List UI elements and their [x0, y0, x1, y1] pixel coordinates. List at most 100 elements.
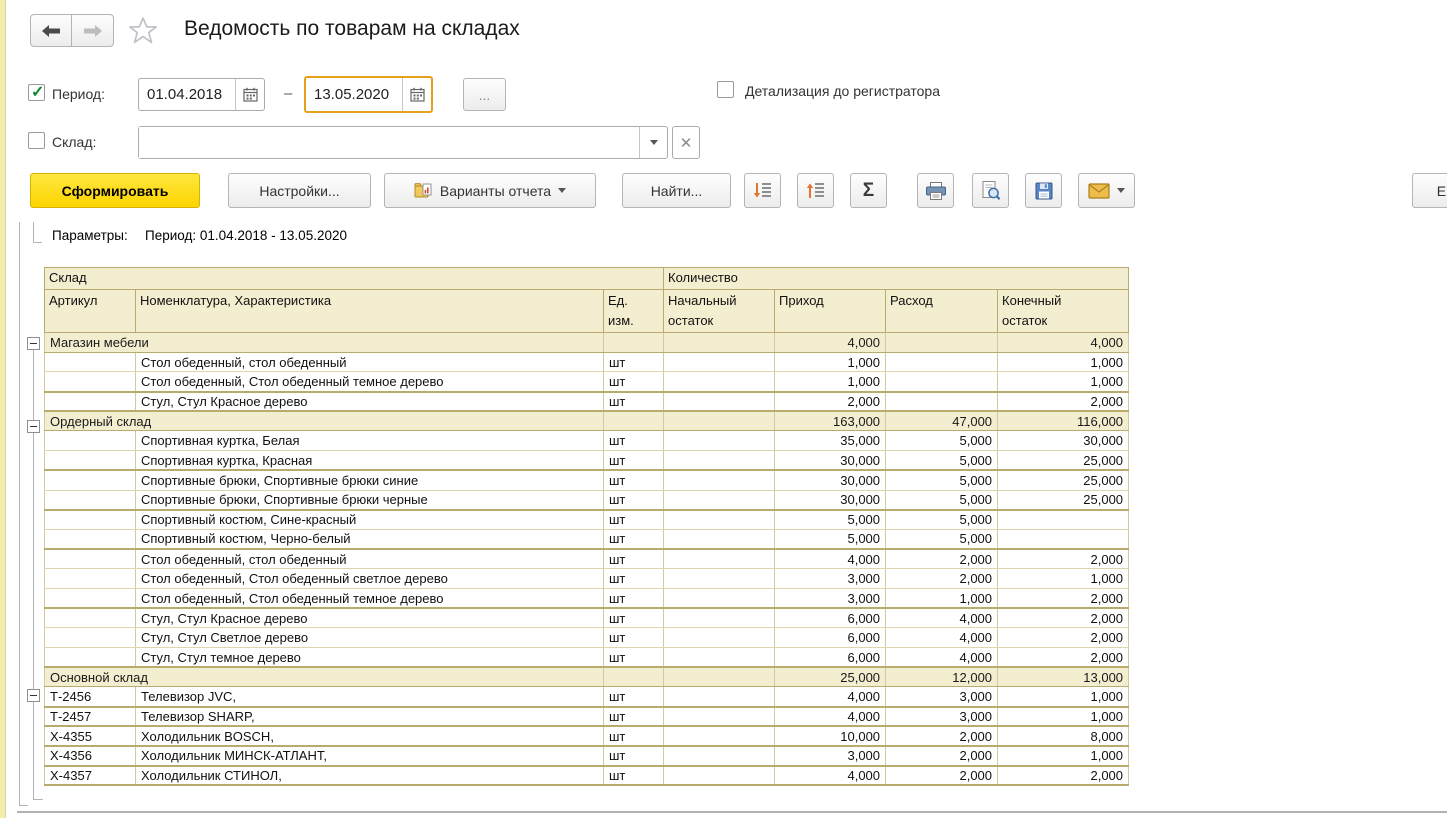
article-cell[interactable]: Т-2457	[45, 707, 136, 727]
article-cell[interactable]: Х-4355	[45, 726, 136, 746]
article-cell[interactable]	[45, 510, 136, 530]
sklad-checkbox[interactable]	[28, 132, 45, 149]
expense-cell[interactable]	[886, 392, 998, 412]
income-cell[interactable]: 25,000	[775, 667, 886, 687]
sort-descending-button[interactable]	[744, 173, 781, 208]
end-balance-cell[interactable]	[998, 510, 1129, 530]
income-cell[interactable]: 4,000	[775, 707, 886, 727]
unit-cell[interactable]: шт	[604, 490, 664, 510]
nomenclature-cell[interactable]: Спортивная куртка, Красная	[136, 451, 604, 471]
expense-cell[interactable]: 12,000	[886, 667, 998, 687]
unit-cell[interactable]: шт	[604, 529, 664, 549]
income-cell[interactable]: 4,000	[775, 333, 886, 353]
email-button[interactable]	[1078, 173, 1135, 208]
start-balance-cell[interactable]	[664, 588, 775, 608]
end-balance-cell[interactable]: 1,000	[998, 569, 1129, 589]
start-balance-cell[interactable]	[664, 628, 775, 648]
unit-cell[interactable]: шт	[604, 372, 664, 392]
expense-cell[interactable]: 5,000	[886, 490, 998, 510]
expense-cell[interactable]: 2,000	[886, 549, 998, 569]
favorite-star-icon[interactable]	[128, 16, 158, 45]
sklad-input[interactable]	[139, 127, 639, 158]
nomenclature-cell[interactable]: Холодильник МИНСК-АТЛАНТ,	[136, 746, 604, 766]
group-name-cell[interactable]: Магазин мебели	[45, 333, 604, 353]
end-balance-cell[interactable]: 1,000	[998, 372, 1129, 392]
expense-cell[interactable]: 3,000	[886, 707, 998, 727]
period-from-input[interactable]	[139, 79, 235, 110]
income-cell[interactable]: 3,000	[775, 569, 886, 589]
nomenclature-cell[interactable]: Спортивные брюки, Спортивные брюки синие	[136, 470, 604, 490]
period-more-button[interactable]: ...	[463, 78, 506, 111]
expense-cell[interactable]: 4,000	[886, 648, 998, 668]
nomenclature-cell[interactable]: Холодильник СТИНОЛ,	[136, 766, 604, 786]
expense-cell[interactable]: 5,000	[886, 431, 998, 451]
more-button[interactable]: Еще	[1412, 173, 1447, 208]
start-balance-cell[interactable]	[664, 411, 775, 431]
nomenclature-cell[interactable]: Стол обеденный, Стол обеденный темное де…	[136, 372, 604, 392]
detail-checkbox[interactable]	[717, 81, 734, 98]
article-cell[interactable]	[45, 588, 136, 608]
unit-cell[interactable]: шт	[604, 648, 664, 668]
article-cell[interactable]	[45, 628, 136, 648]
print-preview-button[interactable]	[972, 173, 1009, 208]
unit-cell[interactable]	[604, 333, 664, 353]
unit-cell[interactable]	[604, 411, 664, 431]
nomenclature-cell[interactable]: Стул, Стул Красное дерево	[136, 392, 604, 412]
collapse-group-icon[interactable]	[27, 689, 40, 702]
income-cell[interactable]: 3,000	[775, 588, 886, 608]
expense-cell[interactable]: 4,000	[886, 608, 998, 628]
group-name-cell[interactable]: Основной склад	[45, 667, 604, 687]
expense-cell[interactable]: 2,000	[886, 569, 998, 589]
expense-cell[interactable]: 2,000	[886, 766, 998, 786]
unit-cell[interactable]: шт	[604, 687, 664, 707]
start-balance-cell[interactable]	[664, 529, 775, 549]
forward-button[interactable]	[72, 14, 114, 47]
group-name-cell[interactable]: Ордерный склад	[45, 411, 604, 431]
nomenclature-cell[interactable]: Холодильник BOSCH,	[136, 726, 604, 746]
nomenclature-cell[interactable]: Стол обеденный, стол обеденный	[136, 549, 604, 569]
start-balance-cell[interactable]	[664, 510, 775, 530]
collapse-group-icon[interactable]	[27, 420, 40, 433]
start-balance-cell[interactable]	[664, 333, 775, 353]
article-cell[interactable]	[45, 470, 136, 490]
period-checkbox[interactable]	[28, 84, 45, 101]
start-balance-cell[interactable]	[664, 549, 775, 569]
income-cell[interactable]: 4,000	[775, 687, 886, 707]
article-cell[interactable]	[45, 392, 136, 412]
end-balance-cell[interactable]: 1,000	[998, 746, 1129, 766]
start-balance-cell[interactable]	[664, 569, 775, 589]
income-cell[interactable]: 30,000	[775, 490, 886, 510]
save-button[interactable]	[1025, 173, 1062, 208]
unit-cell[interactable]: шт	[604, 726, 664, 746]
start-balance-cell[interactable]	[664, 726, 775, 746]
unit-cell[interactable]: шт	[604, 766, 664, 786]
start-balance-cell[interactable]	[664, 451, 775, 471]
income-cell[interactable]: 1,000	[775, 352, 886, 372]
article-cell[interactable]	[45, 529, 136, 549]
article-cell[interactable]	[45, 648, 136, 668]
unit-cell[interactable]: шт	[604, 549, 664, 569]
start-balance-cell[interactable]	[664, 372, 775, 392]
end-balance-cell[interactable]: 2,000	[998, 392, 1129, 412]
income-cell[interactable]: 30,000	[775, 451, 886, 471]
end-balance-cell[interactable]: 4,000	[998, 333, 1129, 353]
expense-cell[interactable]: 5,000	[886, 529, 998, 549]
expense-cell[interactable]: 3,000	[886, 687, 998, 707]
article-cell[interactable]	[45, 352, 136, 372]
unit-cell[interactable]	[604, 667, 664, 687]
expense-cell[interactable]: 5,000	[886, 451, 998, 471]
end-balance-cell[interactable]: 2,000	[998, 648, 1129, 668]
nomenclature-cell[interactable]: Телевизор JVC,	[136, 687, 604, 707]
income-cell[interactable]: 3,000	[775, 746, 886, 766]
income-cell[interactable]: 10,000	[775, 726, 886, 746]
expense-cell[interactable]	[886, 372, 998, 392]
expense-cell[interactable]	[886, 333, 998, 353]
unit-cell[interactable]: шт	[604, 431, 664, 451]
calendar-button[interactable]	[402, 78, 431, 111]
nomenclature-cell[interactable]: Спортивная куртка, Белая	[136, 431, 604, 451]
nomenclature-cell[interactable]: Спортивные брюки, Спортивные брюки черны…	[136, 490, 604, 510]
sklad-dropdown-button[interactable]	[639, 127, 667, 158]
unit-cell[interactable]: шт	[604, 569, 664, 589]
end-balance-cell[interactable]: 8,000	[998, 726, 1129, 746]
expense-cell[interactable]: 2,000	[886, 726, 998, 746]
